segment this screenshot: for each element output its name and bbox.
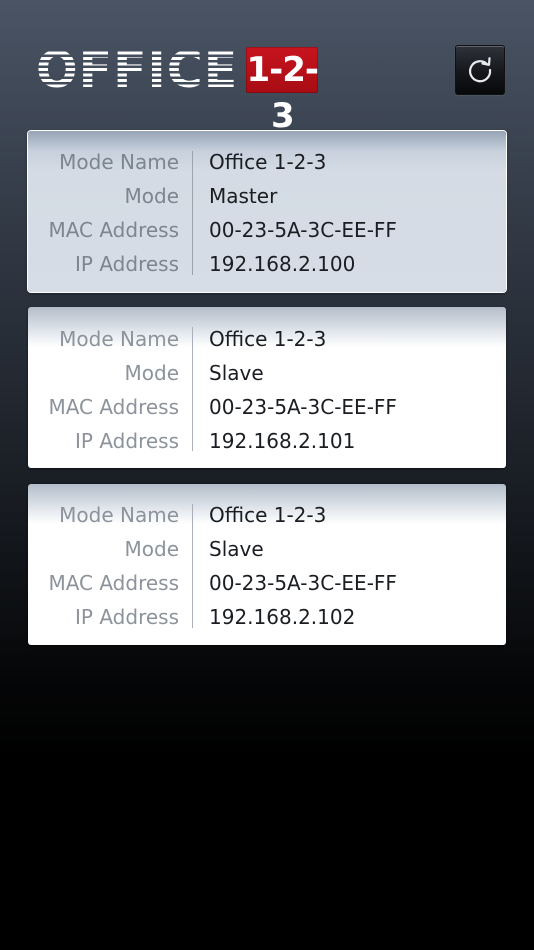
- row-mac-address: MAC Address 00-23-5A-3C-EE-FF: [28, 390, 506, 424]
- device-card[interactable]: Mode Name Office 1-2-3 Mode Slave MAC Ad…: [28, 484, 506, 645]
- ip-address-value: 192.168.2.102: [209, 605, 356, 629]
- mac-address-value: 00-23-5A-3C-EE-FF: [209, 571, 397, 595]
- logo-badge: 1-2-3: [246, 47, 319, 136]
- mode-value: Slave: [209, 537, 264, 561]
- mode-name-value: Office 1-2-3: [209, 503, 327, 527]
- mac-address-value: 00-23-5A-3C-EE-FF: [209, 395, 397, 419]
- ip-address-value: 192.168.2.101: [209, 429, 356, 453]
- row-ip-address: IP Address 192.168.2.100: [28, 247, 506, 281]
- app-logo: OFFICE 1-2-3: [36, 41, 319, 136]
- mode-value: Master: [209, 184, 278, 208]
- ip-address-label: IP Address: [75, 252, 179, 276]
- row-mode-name: Mode Name Office 1-2-3: [28, 322, 506, 356]
- row-mac-address: MAC Address 00-23-5A-3C-EE-FF: [28, 213, 506, 247]
- app-header: OFFICE 1-2-3: [0, 0, 534, 136]
- mode-name-value: Office 1-2-3: [209, 150, 327, 174]
- mode-value: Slave: [209, 361, 264, 385]
- mac-address-label: MAC Address: [48, 218, 179, 242]
- refresh-icon: [469, 57, 492, 83]
- ip-address-value: 192.168.2.100: [209, 252, 356, 276]
- mode-name-label: Mode Name: [59, 503, 179, 527]
- device-card[interactable]: Mode Name Office 1-2-3 Mode Slave MAC Ad…: [28, 307, 506, 468]
- row-mac-address: MAC Address 00-23-5A-3C-EE-FF: [28, 566, 506, 600]
- row-mode: Mode Master: [28, 179, 506, 213]
- refresh-button[interactable]: [455, 45, 505, 95]
- row-mode-name: Mode Name Office 1-2-3: [28, 145, 506, 179]
- row-ip-address: IP Address 192.168.2.101: [28, 424, 506, 458]
- mode-name-value: Office 1-2-3: [209, 327, 327, 351]
- mac-address-label: MAC Address: [48, 571, 179, 595]
- mode-label: Mode: [124, 361, 180, 385]
- mac-address-value: 00-23-5A-3C-EE-FF: [209, 218, 397, 242]
- row-mode: Mode Slave: [28, 356, 506, 390]
- mode-label: Mode: [124, 537, 180, 561]
- mac-address-label: MAC Address: [48, 395, 179, 419]
- mode-name-label: Mode Name: [59, 150, 179, 174]
- mode-name-label: Mode Name: [59, 327, 179, 351]
- ip-address-label: IP Address: [75, 429, 179, 453]
- row-ip-address: IP Address 192.168.2.102: [28, 600, 506, 634]
- row-mode: Mode Slave: [28, 532, 506, 566]
- logo-wordmark: OFFICE: [36, 41, 239, 99]
- device-card[interactable]: Mode Name Office 1-2-3 Mode Master MAC A…: [28, 131, 506, 292]
- ip-address-label: IP Address: [75, 605, 179, 629]
- row-mode-name: Mode Name Office 1-2-3: [28, 498, 506, 532]
- mode-label: Mode: [124, 184, 180, 208]
